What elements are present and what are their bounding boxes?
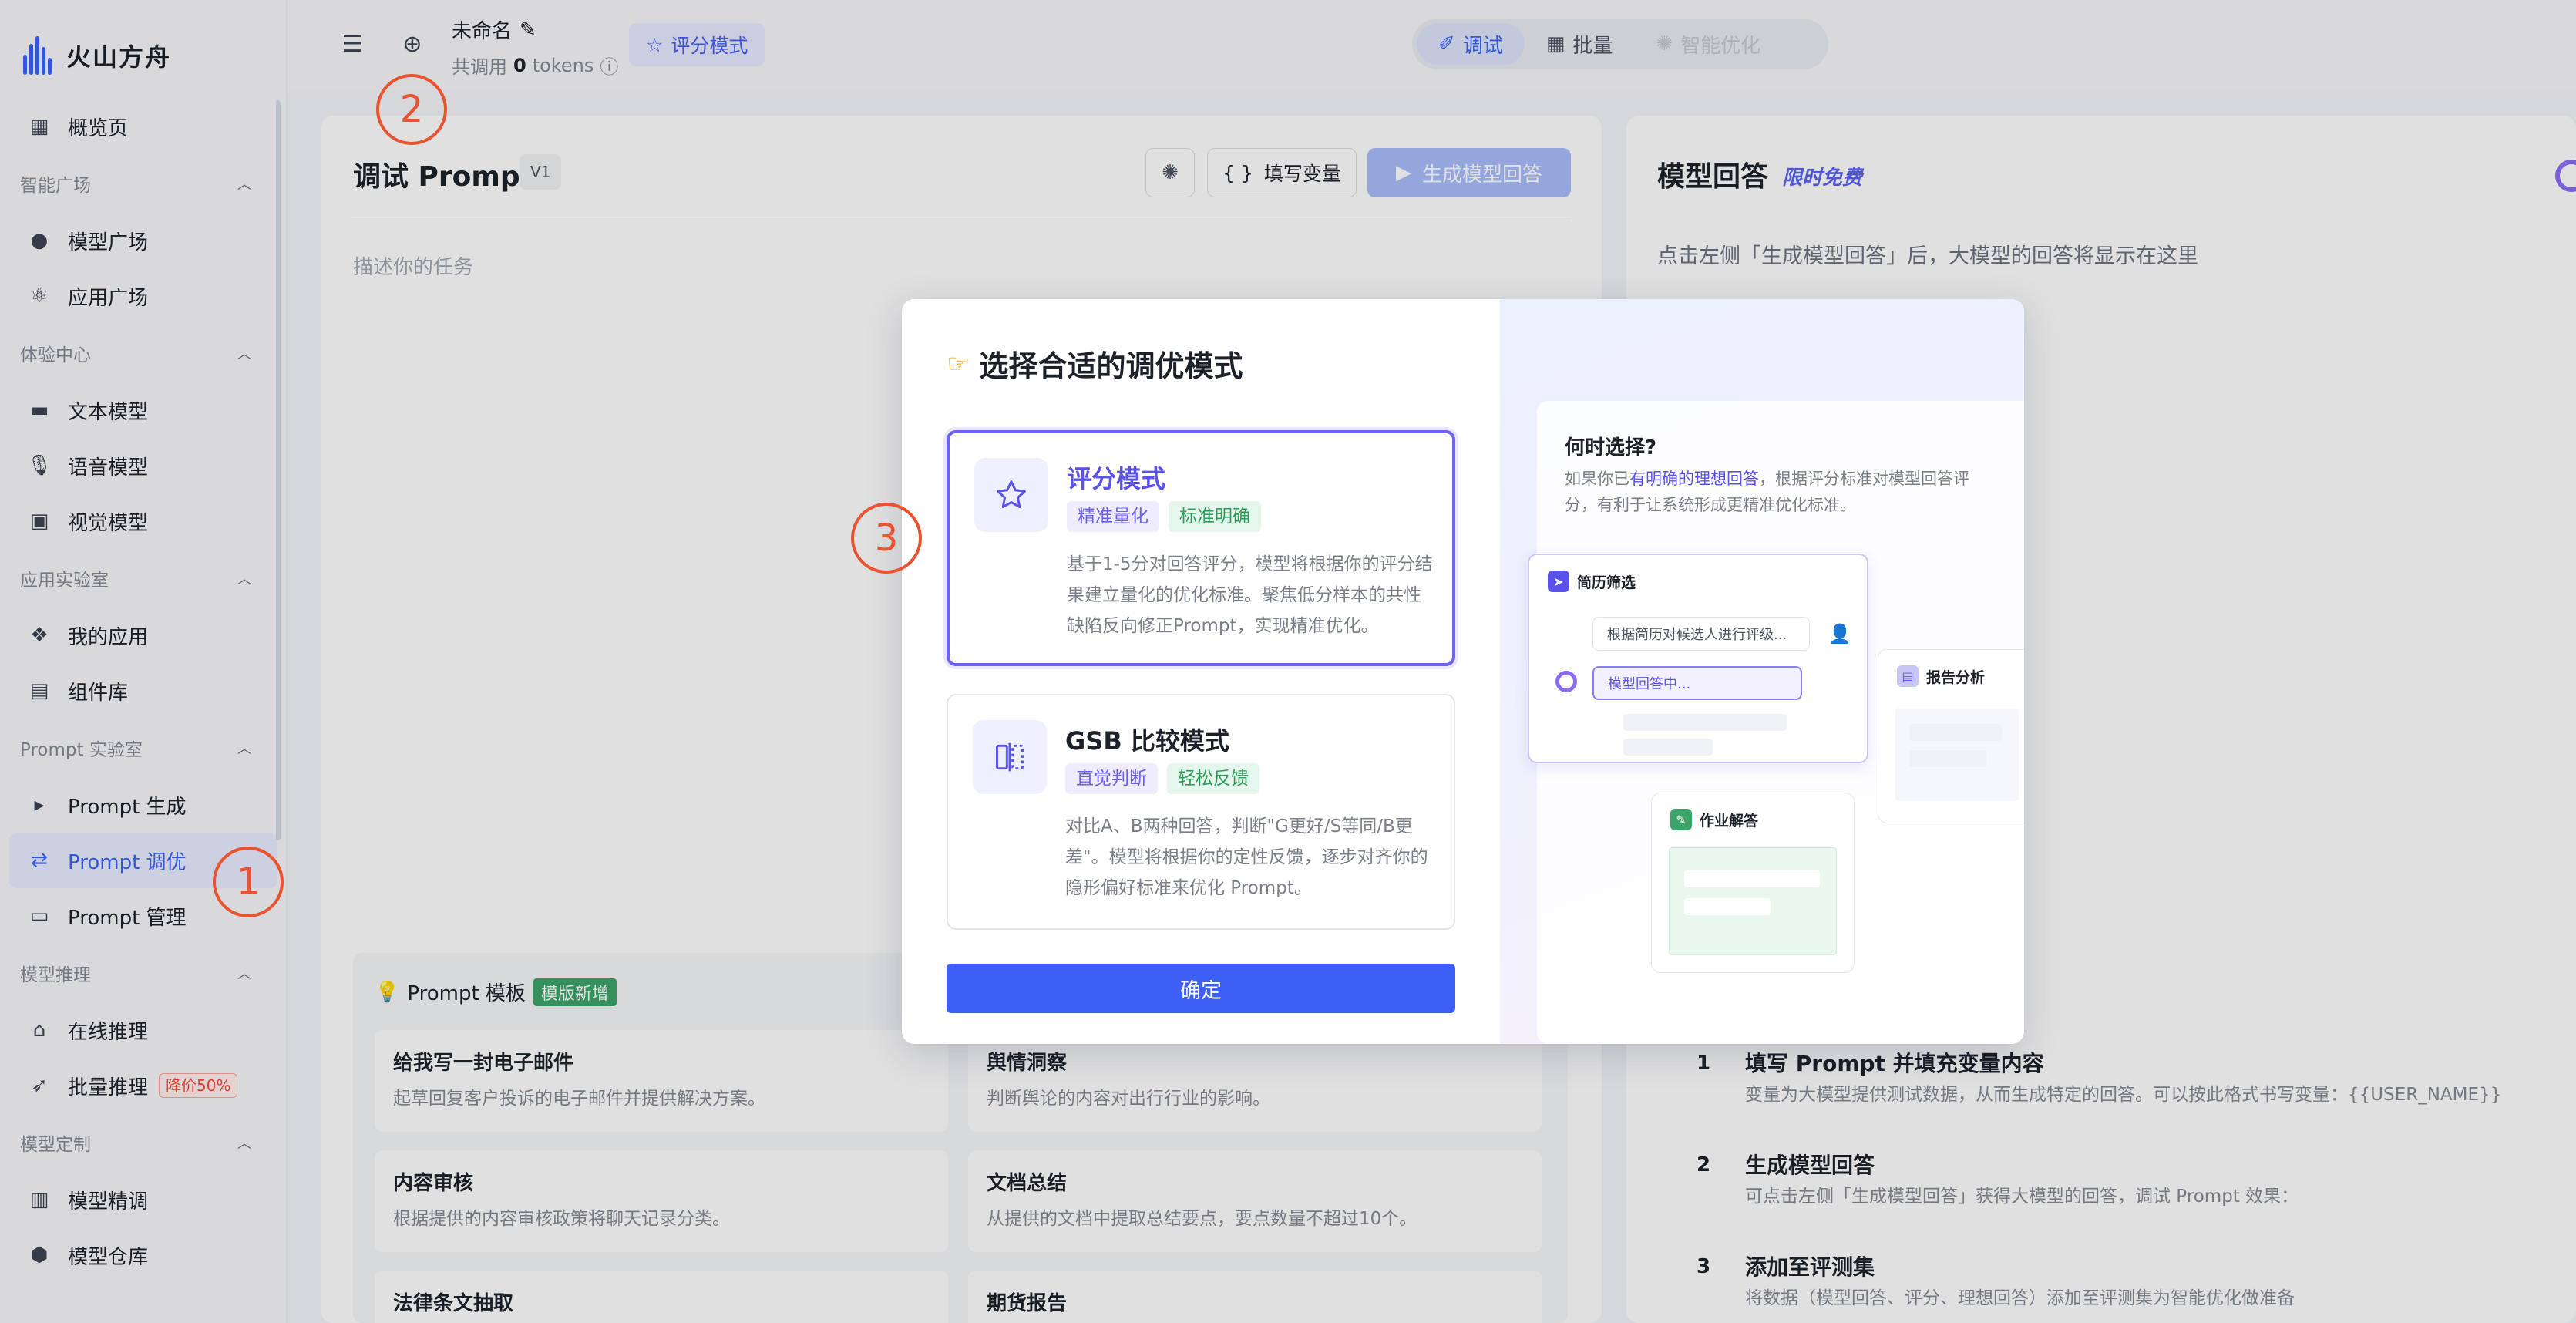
pencil-icon: ✎	[1670, 809, 1692, 830]
send-icon: ➤	[1548, 571, 1569, 592]
placeholder-bar	[1623, 739, 1713, 756]
illustration-input: 根据简历对候选人进行评级...	[1592, 617, 1810, 651]
illustration-card-report: ▤ 报告分析	[1878, 649, 2024, 823]
option-desc: 基于1-5分对回答评分，模型将根据你的评分结果建立量化的优化标准。聚焦低分样本的…	[1067, 554, 1433, 636]
dialog-options-pane: ☞ 选择合适的调优模式 评分模式 精准量化 标准明确 基于1-5分对回答评分，模型…	[902, 299, 1500, 1044]
illustration-card-homework: ✎ 作业解答	[1651, 793, 1855, 973]
option-desc: 对比A、B两种回答，判断"G更好/S等同/B更差"。模型将根据你的定性反馈，逐步…	[1065, 816, 1428, 898]
option-tag: 直觉判断	[1065, 763, 1158, 794]
star-icon	[974, 458, 1048, 532]
placeholder-bar	[1909, 750, 1986, 767]
pointing-hand-icon: ☞	[947, 348, 970, 379]
why-desc: 如果你已有明确的理想回答，根据评分标准对模型回答评分，有利于让系统形成更精准优化…	[1565, 470, 1969, 514]
annotation-marker: 1	[213, 847, 284, 917]
option-tag: 标准明确	[1169, 501, 1261, 532]
chart-icon: ▤	[1897, 665, 1919, 687]
compare-icon	[973, 720, 1047, 794]
user-icon: 👤	[1828, 623, 1851, 645]
annotation-marker: 2	[376, 74, 447, 145]
illustration-output: 模型回答中...	[1592, 666, 1802, 700]
option-score-mode[interactable]: 评分模式 精准量化 标准明确 基于1-5分对回答评分，模型将根据你的评分结果建立…	[947, 430, 1455, 666]
placeholder-bar	[1684, 898, 1771, 915]
option-gsb-mode[interactable]: GSB 比较模式 直觉判断 轻松反馈 对比A、B两种回答，判断"G更好/S等同/…	[947, 694, 1455, 930]
why-title: 何时选择?	[1565, 436, 1657, 460]
model-logo-icon	[1555, 671, 1577, 692]
dialog-illustration-pane: 何时选择? 如果你已有明确的理想回答，根据评分标准对模型回答评分，有利于让系统形…	[1500, 299, 2024, 1044]
illustration-card-resume: ➤ 简历筛选 根据简历对候选人进行评级... 👤 模型回答中...	[1528, 554, 1868, 763]
confirm-button[interactable]: 确定	[947, 964, 1455, 1013]
tuning-mode-dialog: ☞ 选择合适的调优模式 评分模式 精准量化 标准明确 基于1-5分对回答评分，模型…	[902, 299, 2024, 1044]
annotation-marker: 3	[851, 503, 922, 574]
placeholder-bar	[1909, 724, 2002, 741]
dialog-title: 选择合适的调优模式	[979, 349, 1243, 383]
option-tag: 精准量化	[1067, 501, 1159, 532]
option-tag: 轻松反馈	[1167, 763, 1259, 794]
placeholder-bar	[1623, 714, 1787, 731]
placeholder-bar	[1684, 870, 1820, 887]
